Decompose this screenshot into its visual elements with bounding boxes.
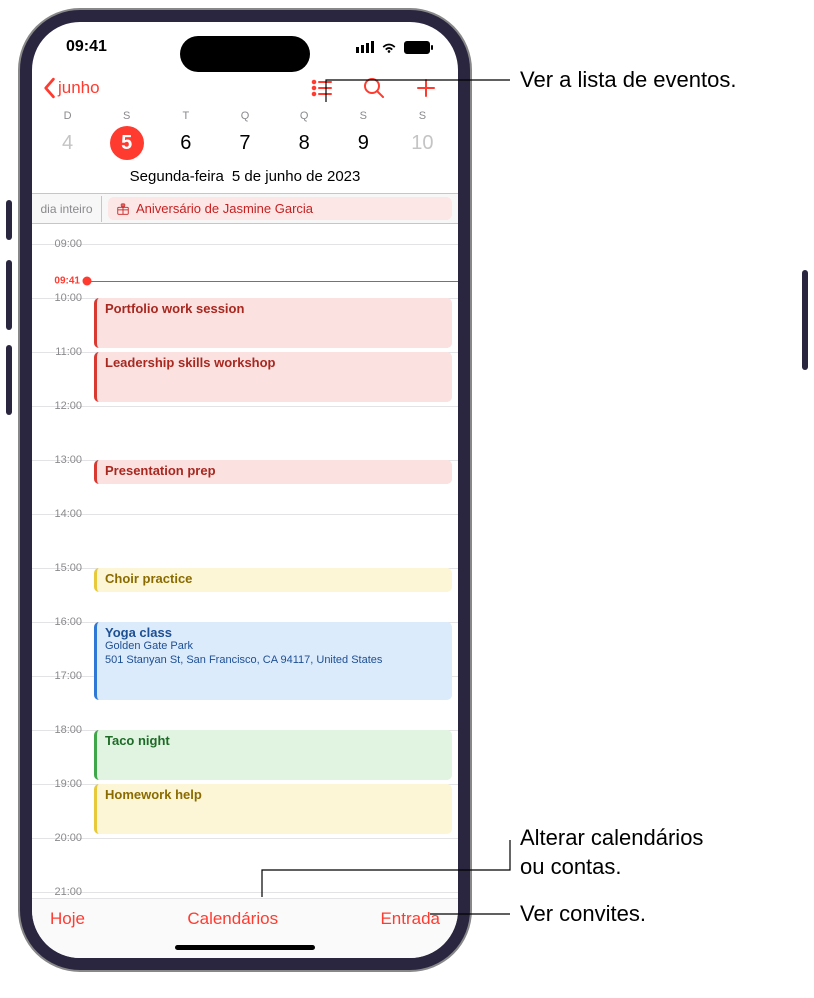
callout-inbox: Ver convites. bbox=[520, 900, 646, 929]
dynamic-island bbox=[180, 36, 310, 72]
callout-list: Ver a lista de eventos. bbox=[520, 66, 736, 95]
callout-calendars: Alterar calendáriosou contas. bbox=[520, 824, 703, 881]
